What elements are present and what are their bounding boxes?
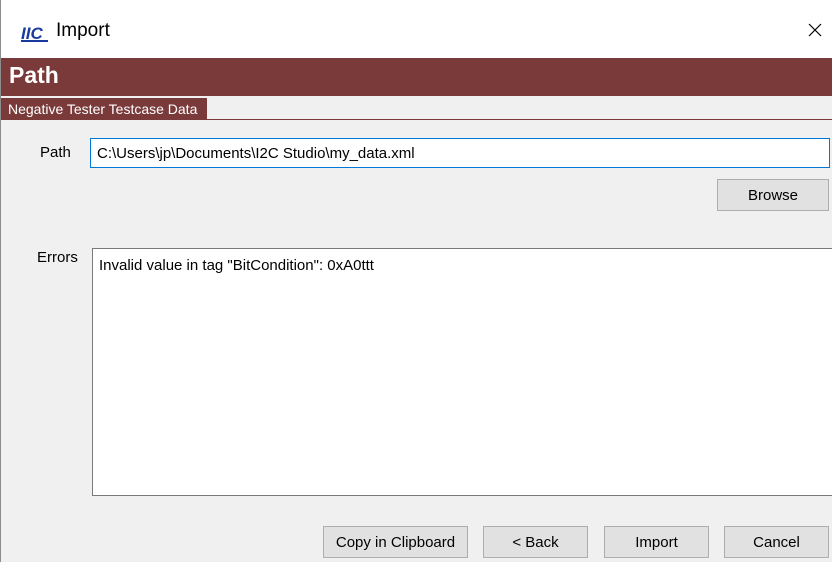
section-header: Path (1, 58, 832, 96)
iic-logo-icon: IIC (21, 24, 49, 43)
import-button[interactable]: Import (604, 526, 709, 558)
import-dialog: IIC Import Path Negative Tester Testcase… (0, 0, 832, 562)
svg-text:IIC: IIC (21, 24, 43, 42)
back-button[interactable]: < Back (483, 526, 588, 558)
close-icon (807, 22, 823, 43)
close-button[interactable] (797, 14, 832, 50)
errors-textarea[interactable]: Invalid value in tag "BitCondition": 0xA… (92, 248, 832, 496)
path-input[interactable] (90, 138, 830, 168)
cancel-button[interactable]: Cancel (724, 526, 829, 558)
window-title: Import (56, 20, 110, 41)
errors-label: Errors (37, 249, 78, 266)
section-subtitle: Negative Tester Testcase Data (1, 98, 208, 120)
copy-clipboard-button[interactable]: Copy in Clipboard (323, 526, 468, 558)
title-bar: IIC Import (1, 0, 832, 58)
subtitle-divider (1, 119, 832, 120)
browse-button[interactable]: Browse (717, 179, 829, 211)
section-title: Path (9, 62, 59, 88)
path-label: Path (40, 144, 71, 161)
